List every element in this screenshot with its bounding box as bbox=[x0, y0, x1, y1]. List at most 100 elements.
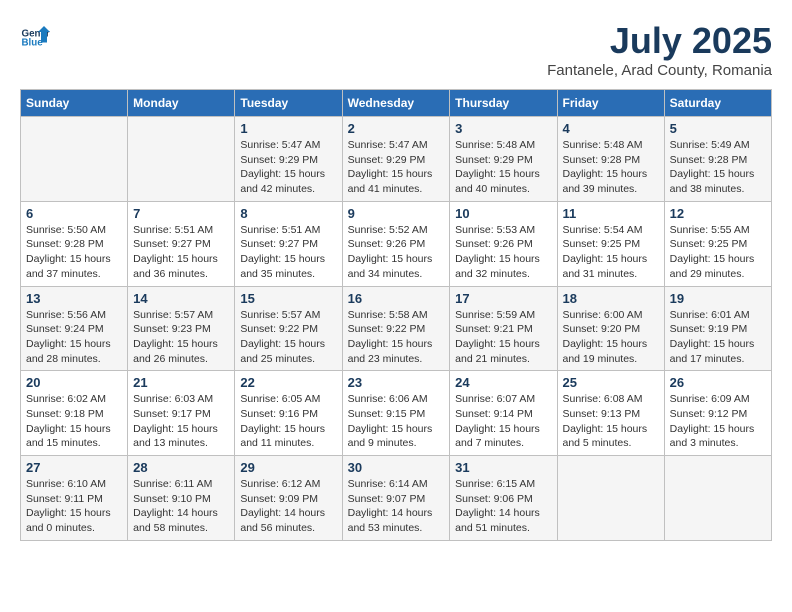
day-detail: Sunrise: 5:48 AMSunset: 9:28 PMDaylight:… bbox=[563, 138, 659, 197]
day-detail: Sunrise: 6:01 AMSunset: 9:19 PMDaylight:… bbox=[670, 308, 766, 367]
title-block: July 2025 Fantanele, Arad County, Romani… bbox=[547, 20, 772, 79]
day-number: 12 bbox=[670, 206, 766, 221]
page-header: General Blue July 2025 Fantanele, Arad C… bbox=[20, 20, 772, 79]
day-number: 4 bbox=[563, 121, 659, 136]
day-detail: Sunrise: 6:03 AMSunset: 9:17 PMDaylight:… bbox=[133, 392, 229, 451]
day-number: 5 bbox=[670, 121, 766, 136]
calendar-cell bbox=[128, 117, 235, 202]
calendar-cell: 31 Sunrise: 6:15 AMSunset: 9:06 PMDayligh… bbox=[450, 456, 557, 541]
weekday-header-friday: Friday bbox=[557, 90, 664, 117]
weekday-header-wednesday: Wednesday bbox=[342, 90, 450, 117]
day-number: 20 bbox=[26, 375, 122, 390]
main-title: July 2025 bbox=[547, 20, 772, 62]
day-detail: Sunrise: 5:51 AMSunset: 9:27 PMDaylight:… bbox=[133, 223, 229, 282]
calendar-cell: 15 Sunrise: 5:57 AMSunset: 9:22 PMDayligh… bbox=[235, 286, 342, 371]
day-detail: Sunrise: 6:11 AMSunset: 9:10 PMDaylight:… bbox=[133, 477, 229, 536]
day-detail: Sunrise: 6:10 AMSunset: 9:11 PMDaylight:… bbox=[26, 477, 122, 536]
day-detail: Sunrise: 5:50 AMSunset: 9:28 PMDaylight:… bbox=[26, 223, 122, 282]
day-detail: Sunrise: 5:57 AMSunset: 9:23 PMDaylight:… bbox=[133, 308, 229, 367]
weekday-header-row: SundayMondayTuesdayWednesdayThursdayFrid… bbox=[21, 90, 772, 117]
day-number: 28 bbox=[133, 460, 229, 475]
day-detail: Sunrise: 6:06 AMSunset: 9:15 PMDaylight:… bbox=[348, 392, 445, 451]
calendar-cell: 24 Sunrise: 6:07 AMSunset: 9:14 PMDayligh… bbox=[450, 371, 557, 456]
calendar-cell: 28 Sunrise: 6:11 AMSunset: 9:10 PMDayligh… bbox=[128, 456, 235, 541]
day-detail: Sunrise: 6:02 AMSunset: 9:18 PMDaylight:… bbox=[26, 392, 122, 451]
day-number: 26 bbox=[670, 375, 766, 390]
day-number: 13 bbox=[26, 291, 122, 306]
logo-icon: General Blue bbox=[20, 20, 50, 50]
day-detail: Sunrise: 6:12 AMSunset: 9:09 PMDaylight:… bbox=[240, 477, 336, 536]
day-detail: Sunrise: 5:51 AMSunset: 9:27 PMDaylight:… bbox=[240, 223, 336, 282]
day-detail: Sunrise: 5:53 AMSunset: 9:26 PMDaylight:… bbox=[455, 223, 551, 282]
calendar-cell bbox=[557, 456, 664, 541]
calendar-cell: 9 Sunrise: 5:52 AMSunset: 9:26 PMDaylight… bbox=[342, 201, 450, 286]
day-detail: Sunrise: 5:49 AMSunset: 9:28 PMDaylight:… bbox=[670, 138, 766, 197]
day-number: 27 bbox=[26, 460, 122, 475]
day-number: 6 bbox=[26, 206, 122, 221]
day-number: 17 bbox=[455, 291, 551, 306]
day-number: 29 bbox=[240, 460, 336, 475]
calendar-cell: 13 Sunrise: 5:56 AMSunset: 9:24 PMDayligh… bbox=[21, 286, 128, 371]
day-detail: Sunrise: 5:52 AMSunset: 9:26 PMDaylight:… bbox=[348, 223, 445, 282]
calendar-week-1: 1 Sunrise: 5:47 AMSunset: 9:29 PMDaylight… bbox=[21, 117, 772, 202]
day-detail: Sunrise: 5:56 AMSunset: 9:24 PMDaylight:… bbox=[26, 308, 122, 367]
calendar-cell: 23 Sunrise: 6:06 AMSunset: 9:15 PMDayligh… bbox=[342, 371, 450, 456]
calendar-cell: 8 Sunrise: 5:51 AMSunset: 9:27 PMDaylight… bbox=[235, 201, 342, 286]
calendar-table: SundayMondayTuesdayWednesdayThursdayFrid… bbox=[20, 89, 772, 541]
day-number: 1 bbox=[240, 121, 336, 136]
calendar-cell: 25Sunrise: 6:08 AMSunset: 9:13 PMDayligh… bbox=[557, 371, 664, 456]
calendar-cell: 11Sunrise: 5:54 AMSunset: 9:25 PMDayligh… bbox=[557, 201, 664, 286]
day-detail: Sunrise: 6:09 AMSunset: 9:12 PMDaylight:… bbox=[670, 392, 766, 451]
day-number: 30 bbox=[348, 460, 445, 475]
day-number: 10 bbox=[455, 206, 551, 221]
day-detail: Sunrise: 5:47 AMSunset: 9:29 PMDaylight:… bbox=[348, 138, 445, 197]
day-number: 21 bbox=[133, 375, 229, 390]
calendar-cell: 17 Sunrise: 5:59 AMSunset: 9:21 PMDayligh… bbox=[450, 286, 557, 371]
day-number: 14 bbox=[133, 291, 229, 306]
weekday-header-monday: Monday bbox=[128, 90, 235, 117]
calendar-cell: 14 Sunrise: 5:57 AMSunset: 9:23 PMDayligh… bbox=[128, 286, 235, 371]
day-number: 22 bbox=[240, 375, 336, 390]
calendar-cell: 27 Sunrise: 6:10 AMSunset: 9:11 PMDayligh… bbox=[21, 456, 128, 541]
day-number: 25 bbox=[563, 375, 659, 390]
weekday-header-saturday: Saturday bbox=[664, 90, 771, 117]
calendar-cell: 19 Sunrise: 6:01 AMSunset: 9:19 PMDayligh… bbox=[664, 286, 771, 371]
calendar-cell: 5 Sunrise: 5:49 AMSunset: 9:28 PMDaylight… bbox=[664, 117, 771, 202]
day-number: 19 bbox=[670, 291, 766, 306]
day-number: 8 bbox=[240, 206, 336, 221]
day-number: 15 bbox=[240, 291, 336, 306]
day-number: 16 bbox=[348, 291, 445, 306]
calendar-cell: 30 Sunrise: 6:14 AMSunset: 9:07 PMDayligh… bbox=[342, 456, 450, 541]
day-detail: Sunrise: 6:07 AMSunset: 9:14 PMDaylight:… bbox=[455, 392, 551, 451]
day-detail: Sunrise: 5:54 AMSunset: 9:25 PMDaylight:… bbox=[563, 223, 659, 282]
calendar-cell: 26 Sunrise: 6:09 AMSunset: 9:12 PMDayligh… bbox=[664, 371, 771, 456]
calendar-header: SundayMondayTuesdayWednesdayThursdayFrid… bbox=[21, 90, 772, 117]
calendar-body: 1 Sunrise: 5:47 AMSunset: 9:29 PMDaylight… bbox=[21, 117, 772, 541]
day-detail: Sunrise: 6:14 AMSunset: 9:07 PMDaylight:… bbox=[348, 477, 445, 536]
day-detail: Sunrise: 5:59 AMSunset: 9:21 PMDaylight:… bbox=[455, 308, 551, 367]
day-detail: Sunrise: 5:57 AMSunset: 9:22 PMDaylight:… bbox=[240, 308, 336, 367]
day-number: 31 bbox=[455, 460, 551, 475]
day-number: 24 bbox=[455, 375, 551, 390]
day-detail: Sunrise: 5:58 AMSunset: 9:22 PMDaylight:… bbox=[348, 308, 445, 367]
calendar-cell: 10 Sunrise: 5:53 AMSunset: 9:26 PMDayligh… bbox=[450, 201, 557, 286]
calendar-cell: 6 Sunrise: 5:50 AMSunset: 9:28 PMDaylight… bbox=[21, 201, 128, 286]
weekday-header-thursday: Thursday bbox=[450, 90, 557, 117]
calendar-cell: 2 Sunrise: 5:47 AMSunset: 9:29 PMDaylight… bbox=[342, 117, 450, 202]
svg-text:Blue: Blue bbox=[22, 38, 44, 49]
calendar-cell: 18Sunrise: 6:00 AMSunset: 9:20 PMDayligh… bbox=[557, 286, 664, 371]
day-detail: Sunrise: 6:00 AMSunset: 9:20 PMDaylight:… bbox=[563, 308, 659, 367]
day-number: 2 bbox=[348, 121, 445, 136]
day-number: 23 bbox=[348, 375, 445, 390]
calendar-cell: 7 Sunrise: 5:51 AMSunset: 9:27 PMDaylight… bbox=[128, 201, 235, 286]
day-number: 7 bbox=[133, 206, 229, 221]
calendar-cell bbox=[664, 456, 771, 541]
calendar-cell: 16 Sunrise: 5:58 AMSunset: 9:22 PMDayligh… bbox=[342, 286, 450, 371]
day-detail: Sunrise: 6:05 AMSunset: 9:16 PMDaylight:… bbox=[240, 392, 336, 451]
calendar-cell bbox=[21, 117, 128, 202]
day-detail: Sunrise: 6:15 AMSunset: 9:06 PMDaylight:… bbox=[455, 477, 551, 536]
weekday-header-sunday: Sunday bbox=[21, 90, 128, 117]
day-number: 9 bbox=[348, 206, 445, 221]
calendar-week-2: 6 Sunrise: 5:50 AMSunset: 9:28 PMDaylight… bbox=[21, 201, 772, 286]
calendar-cell: 3Sunrise: 5:48 AMSunset: 9:29 PMDaylight… bbox=[450, 117, 557, 202]
